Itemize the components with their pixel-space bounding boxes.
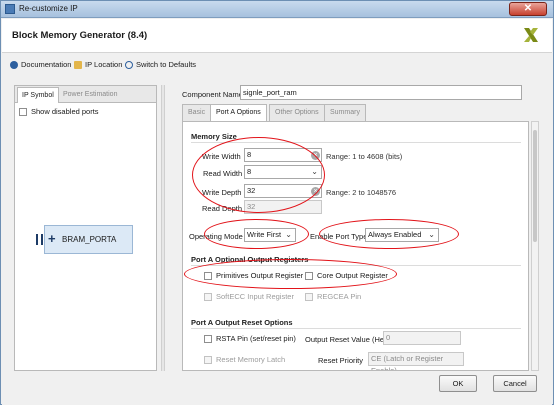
write-width-value: 8 [247, 150, 252, 159]
write-depth-label: Write Depth [202, 188, 242, 197]
regcea-pin-checkbox [305, 292, 313, 301]
port-a-options-panel: Memory Size Write Width 8 × Range: 1 to … [182, 121, 529, 371]
dialog-footer: OK Cancel [2, 372, 552, 405]
write-width-input[interactable]: 8 × [244, 148, 322, 162]
rsta-pin-label: RSTA Pin (set/reset pin) [216, 334, 296, 343]
ip-title: Block Memory Generator (8.4) [12, 30, 148, 41]
read-width-value: 8 [247, 167, 252, 176]
regcea-pin-label: REGCEA Pin [317, 292, 362, 301]
output-reset-value-label: Output Reset Value (Hex) [305, 335, 391, 344]
config-tabs: Basic Port A Options Other Options Summa… [182, 104, 529, 122]
dialog-window: Re-customize IP ✕ Block Memory Generator… [0, 0, 554, 405]
write-width-label: Write Width [202, 152, 241, 161]
left-tabs: IP Symbol Power Estimation [15, 86, 156, 103]
documentation-label: Documentation [21, 60, 72, 69]
operating-mode-label: Operating Mode [189, 232, 243, 241]
show-disabled-row[interactable]: Show disabled ports [19, 107, 99, 116]
softecc-input-register-row: SoftECC Input Register [204, 292, 294, 301]
ip-location-button[interactable]: IP Location [74, 59, 122, 70]
clear-icon[interactable]: × [311, 151, 320, 160]
ok-button[interactable]: OK [439, 375, 477, 392]
reset-memory-latch-checkbox [204, 355, 212, 364]
show-disabled-label: Show disabled ports [31, 107, 99, 116]
tab-power-estimation[interactable]: Power Estimation [59, 87, 121, 103]
title-bar[interactable]: Re-customize IP ✕ [1, 1, 553, 18]
cancel-button[interactable]: Cancel [493, 375, 537, 392]
toolbar: Documentation IP Location Switch to Defa… [2, 54, 552, 74]
operating-mode-value: Write First [247, 230, 282, 239]
xilinx-logo-icon [524, 28, 538, 42]
reset-priority-value: CE (Latch or Register Enable) [371, 354, 444, 371]
tab-other-options[interactable]: Other Options [269, 104, 325, 121]
chevron-down-icon: ⌄ [428, 230, 435, 239]
write-width-range: Range: 1 to 4608 (bits) [326, 152, 403, 161]
read-width-select[interactable]: 8 ⌄ [244, 165, 322, 179]
reset-memory-latch-label: Reset Memory Latch [216, 355, 286, 364]
read-width-label: Read Width [203, 169, 243, 178]
tab-basic[interactable]: Basic [182, 104, 212, 121]
chevron-down-icon: ⌄ [311, 167, 318, 176]
softecc-input-register-checkbox [204, 292, 212, 301]
ip-location-label: IP Location [85, 60, 123, 69]
dialog-header: Block Memory Generator (8.4) [2, 19, 552, 53]
write-depth-value: 32 [247, 186, 256, 195]
divider [191, 265, 521, 266]
primitives-output-register-label: Primitives Output Register [216, 271, 304, 280]
documentation-button[interactable]: Documentation [10, 59, 71, 70]
reset-memory-latch-row: Reset Memory Latch [204, 355, 285, 364]
component-name-input[interactable]: signle_port_ram [240, 85, 522, 100]
info-icon [10, 60, 18, 69]
operating-mode-select[interactable]: Write First ⌄ [244, 228, 296, 242]
softecc-input-register-label: SoftECC Input Register [216, 292, 294, 301]
tab-summary[interactable]: Summary [324, 104, 366, 121]
show-disabled-checkbox[interactable] [19, 107, 27, 116]
folder-icon [74, 60, 82, 69]
enable-port-type-value: Always Enabled [368, 230, 422, 239]
expand-icon[interactable]: + [48, 232, 56, 245]
divider [191, 328, 521, 329]
app-icon [5, 4, 15, 14]
window-title: Re-customize IP [19, 4, 78, 13]
primitives-output-register-row[interactable]: Primitives Output Register [204, 271, 303, 280]
tab-port-a-options[interactable]: Port A Options [210, 104, 267, 122]
read-depth-label: Read Depth [202, 204, 243, 213]
regcea-pin-row: REGCEA Pin [305, 292, 361, 301]
optional-registers-title: Port A Optional Output Registers [191, 255, 309, 264]
enable-port-type-select[interactable]: Always Enabled ⌄ [365, 228, 439, 242]
close-button[interactable]: ✕ [509, 2, 547, 16]
bram-symbol: + BRAM_PORTA [36, 225, 133, 254]
core-output-register-row[interactable]: Core Output Register [305, 271, 388, 280]
switch-defaults-label: Switch to Defaults [136, 60, 197, 69]
enable-port-type-label: Enable Port Type [310, 232, 368, 241]
divider [191, 142, 521, 143]
primitives-output-register-checkbox[interactable] [204, 271, 212, 280]
tab-ip-symbol[interactable]: IP Symbol [17, 87, 59, 103]
component-name-label: Component Name [182, 90, 243, 99]
memory-size-title: Memory Size [191, 132, 237, 141]
panel-splitter[interactable] [161, 85, 165, 371]
bram-porta-label: BRAM_PORTA [62, 235, 117, 244]
options-scrollbar[interactable] [531, 121, 539, 371]
reset-options-title: Port A Output Reset Options [191, 318, 293, 327]
port-pins-icon [36, 234, 43, 245]
core-output-register-checkbox[interactable] [305, 271, 313, 280]
rsta-pin-checkbox[interactable] [204, 334, 212, 343]
scrollbar-thumb[interactable] [533, 130, 537, 242]
rsta-pin-row[interactable]: RSTA Pin (set/reset pin) [204, 334, 296, 343]
reset-priority-label: Reset Priority [318, 356, 364, 365]
write-depth-input[interactable]: 32 × [244, 184, 322, 198]
switch-defaults-button[interactable]: Switch to Defaults [125, 59, 196, 70]
refresh-icon [125, 60, 133, 69]
read-depth-field: 32 [244, 200, 322, 214]
clear-icon[interactable]: × [311, 187, 320, 196]
output-reset-value-field: 0 [383, 331, 461, 345]
reset-priority-select: CE (Latch or Register Enable) [368, 352, 464, 370]
chevron-down-icon: ⌄ [285, 230, 292, 239]
core-output-register-label: Core Output Register [317, 271, 388, 280]
write-depth-range: Range: 2 to 1048576 [326, 188, 397, 197]
